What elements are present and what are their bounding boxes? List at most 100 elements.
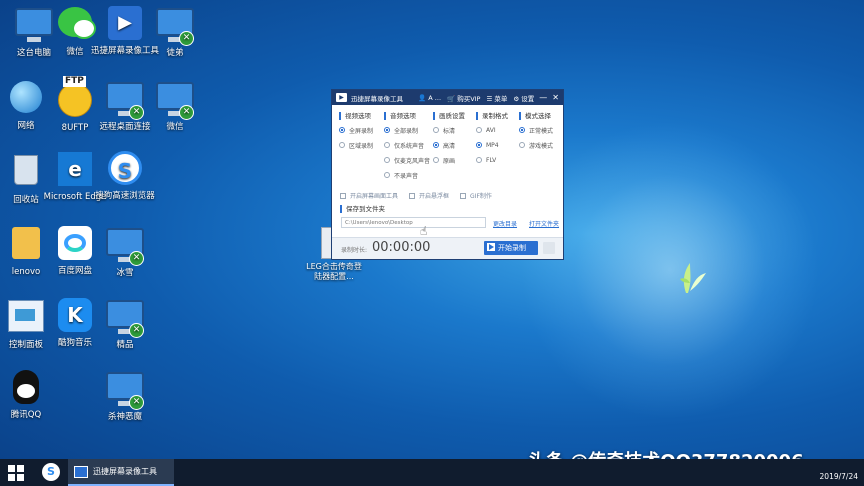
radio-icon bbox=[476, 127, 482, 133]
desktop-icon-bingxue[interactable]: ✕ 冰雪 bbox=[90, 224, 160, 279]
desktop-icon-tudi[interactable]: ✕ 徒弟 bbox=[140, 4, 210, 59]
kugou-icon: K bbox=[56, 298, 94, 336]
open-folder-link[interactable]: 打开文件夹 bbox=[529, 219, 559, 228]
clock-date: 2019/7/24 bbox=[819, 472, 858, 481]
radio-selected-icon bbox=[339, 127, 345, 133]
close-icon[interactable]: ✕ bbox=[552, 93, 559, 102]
option-label: 仅系统声音 bbox=[394, 142, 425, 150]
screen-recorder-window: ▶ 迅捷屏幕录像工具 👤 A ... 🛒 购买VIP ☰ 菜单 ⚙ 设置 — ✕… bbox=[331, 89, 564, 260]
option-label: 区域录制 bbox=[349, 142, 374, 150]
extra-settings-button[interactable] bbox=[543, 242, 555, 254]
desktop-icon-sogou-browser[interactable]: S 搜狗高速浏览器 bbox=[90, 150, 160, 202]
radio-system-only[interactable]: 仅系统声音 bbox=[384, 140, 430, 150]
menu-button[interactable]: ☰ 菜单 bbox=[486, 93, 507, 103]
save-path-input[interactable] bbox=[341, 217, 486, 228]
save-folder-heading: 保存到文件夹 bbox=[340, 205, 385, 213]
remote-desktop-icon: ✕ bbox=[106, 82, 144, 120]
taskbar-app-screen-recorder[interactable]: 迅捷屏幕录像工具 bbox=[68, 459, 174, 486]
radio-original[interactable]: 原画 bbox=[433, 155, 465, 165]
radio-icon bbox=[433, 157, 439, 163]
radio-icon bbox=[384, 157, 390, 163]
desktop-icon-label: 微信 bbox=[166, 122, 184, 132]
radio-region[interactable]: 区域录制 bbox=[339, 140, 373, 150]
radio-normal-mode[interactable]: 正常模式 bbox=[519, 125, 553, 135]
desktop-icon-weixin-remote[interactable]: ✕ 微信 bbox=[140, 78, 210, 133]
radio-icon bbox=[339, 142, 345, 148]
column-heading: 音频选项 bbox=[384, 112, 430, 120]
mouse-cursor-icon: ☝ bbox=[420, 224, 428, 238]
screen-recorder-icon: ▶ bbox=[106, 6, 144, 44]
settings-button[interactable]: ⚙ 设置 bbox=[513, 93, 534, 103]
radio-icon bbox=[384, 142, 390, 148]
radio-hd[interactable]: 高清 bbox=[433, 140, 465, 150]
wallpaper-glow bbox=[520, 120, 820, 420]
option-label: MP4 bbox=[486, 141, 499, 149]
user-button[interactable]: 👤 A ... bbox=[418, 94, 441, 102]
radio-mp4[interactable]: MP4 bbox=[476, 140, 508, 150]
radio-no-audio[interactable]: 不录声音 bbox=[384, 170, 430, 180]
radio-selected-icon bbox=[519, 127, 525, 133]
qq-icon bbox=[7, 370, 45, 408]
audio-options-column: 音频选项 全部录制 仅系统声音 仅麦克风声音 不录声音 bbox=[384, 112, 430, 185]
radio-avi[interactable]: AVI bbox=[476, 125, 508, 135]
play-icon bbox=[487, 243, 495, 251]
change-directory-link[interactable]: 更改目录 bbox=[493, 219, 517, 228]
mode-options-column: 模式选择 正常模式 游戏模式 bbox=[519, 112, 553, 155]
radio-mic-only[interactable]: 仅麦克风声音 bbox=[384, 155, 430, 165]
radio-icon bbox=[476, 157, 482, 163]
column-heading: 录制格式 bbox=[476, 112, 508, 120]
baidu-netdisk-icon bbox=[56, 226, 94, 264]
desktop-icon-label: 杀神恶魔 bbox=[107, 412, 142, 422]
sogou-taskbar-icon[interactable]: S bbox=[42, 463, 60, 481]
option-label: 标清 bbox=[443, 127, 456, 135]
minimize-icon[interactable]: — bbox=[539, 93, 547, 102]
column-heading: 视频选项 bbox=[339, 112, 373, 120]
checkbox-label: 开启屏幕画面工具 bbox=[350, 193, 399, 200]
ftp-icon: FTP bbox=[56, 76, 94, 121]
desktop-icon-label: 搜狗高速浏览器 bbox=[95, 191, 155, 201]
window-title: 迅捷屏幕录像工具 bbox=[351, 94, 403, 103]
desktop-icon-qq[interactable]: 腾讯QQ bbox=[0, 368, 61, 421]
windows-start-icon[interactable] bbox=[8, 465, 24, 481]
checkbox-screen-tool[interactable]: 开启屏幕画面工具 bbox=[340, 191, 398, 200]
option-label: AVI bbox=[486, 126, 496, 134]
radio-fullscreen[interactable]: 全屏录制 bbox=[339, 125, 373, 135]
checkbox-gif[interactable]: GIF制作 bbox=[460, 191, 492, 200]
radio-icon bbox=[519, 142, 525, 148]
desktop-file-label: LEG合击传奇登陆器配置... bbox=[306, 262, 362, 281]
video-options-column: 视频选项 全屏录制 区域录制 bbox=[339, 112, 373, 155]
options-panel: 视频选项 全屏录制 区域录制 音频选项 全部录制 仅系统声音 仅麦克风声音 不录… bbox=[339, 112, 559, 192]
desktop-icon-jingpin[interactable]: ✕ 精品 bbox=[90, 296, 160, 351]
remote-desktop-icon: ✕ bbox=[156, 8, 194, 46]
radio-icon bbox=[384, 172, 390, 178]
user-label: A ... bbox=[428, 93, 442, 102]
desktop-icon-label: 精品 bbox=[116, 340, 134, 350]
taskbar-app-label: 迅捷屏幕录像工具 bbox=[93, 467, 157, 476]
option-label: 全屏录制 bbox=[349, 127, 374, 135]
edge-icon: e bbox=[56, 152, 94, 190]
radio-game-mode[interactable]: 游戏模式 bbox=[519, 140, 553, 150]
radio-flv[interactable]: FLV bbox=[476, 155, 508, 165]
radio-record-all[interactable]: 全部录制 bbox=[384, 125, 430, 135]
wallpaper-bird-icon bbox=[680, 263, 706, 293]
remote-desktop-icon: ✕ bbox=[106, 372, 144, 410]
wechat-icon bbox=[56, 7, 96, 45]
checkbox-icon bbox=[340, 192, 346, 199]
option-label: 正常模式 bbox=[529, 127, 554, 135]
radio-sd[interactable]: 标清 bbox=[433, 125, 465, 135]
start-recording-button[interactable]: 开始录制 bbox=[484, 241, 538, 255]
system-tray[interactable]: 2019/7/24 bbox=[820, 462, 858, 481]
buy-vip-button[interactable]: 🛒 购买VIP bbox=[447, 93, 480, 103]
app-logo-icon: ▶ bbox=[336, 93, 347, 102]
checkbox-label: GIF制作 bbox=[470, 193, 492, 200]
desktop-icon-shashen[interactable]: ✕ 杀神恶魔 bbox=[90, 368, 160, 423]
menu-label: 菜单 bbox=[494, 94, 508, 103]
screen-recorder-icon bbox=[74, 465, 88, 478]
desktop-icon-label: 冰雪 bbox=[116, 268, 134, 278]
checkbox-floating-box[interactable]: 开启悬浮框 bbox=[409, 191, 449, 200]
option-label: 游戏模式 bbox=[529, 142, 554, 150]
remote-desktop-icon: ✕ bbox=[156, 82, 194, 120]
option-label: 原画 bbox=[443, 157, 456, 165]
format-options-column: 录制格式 AVI MP4 FLV bbox=[476, 112, 508, 170]
checkbox-icon bbox=[409, 192, 416, 199]
